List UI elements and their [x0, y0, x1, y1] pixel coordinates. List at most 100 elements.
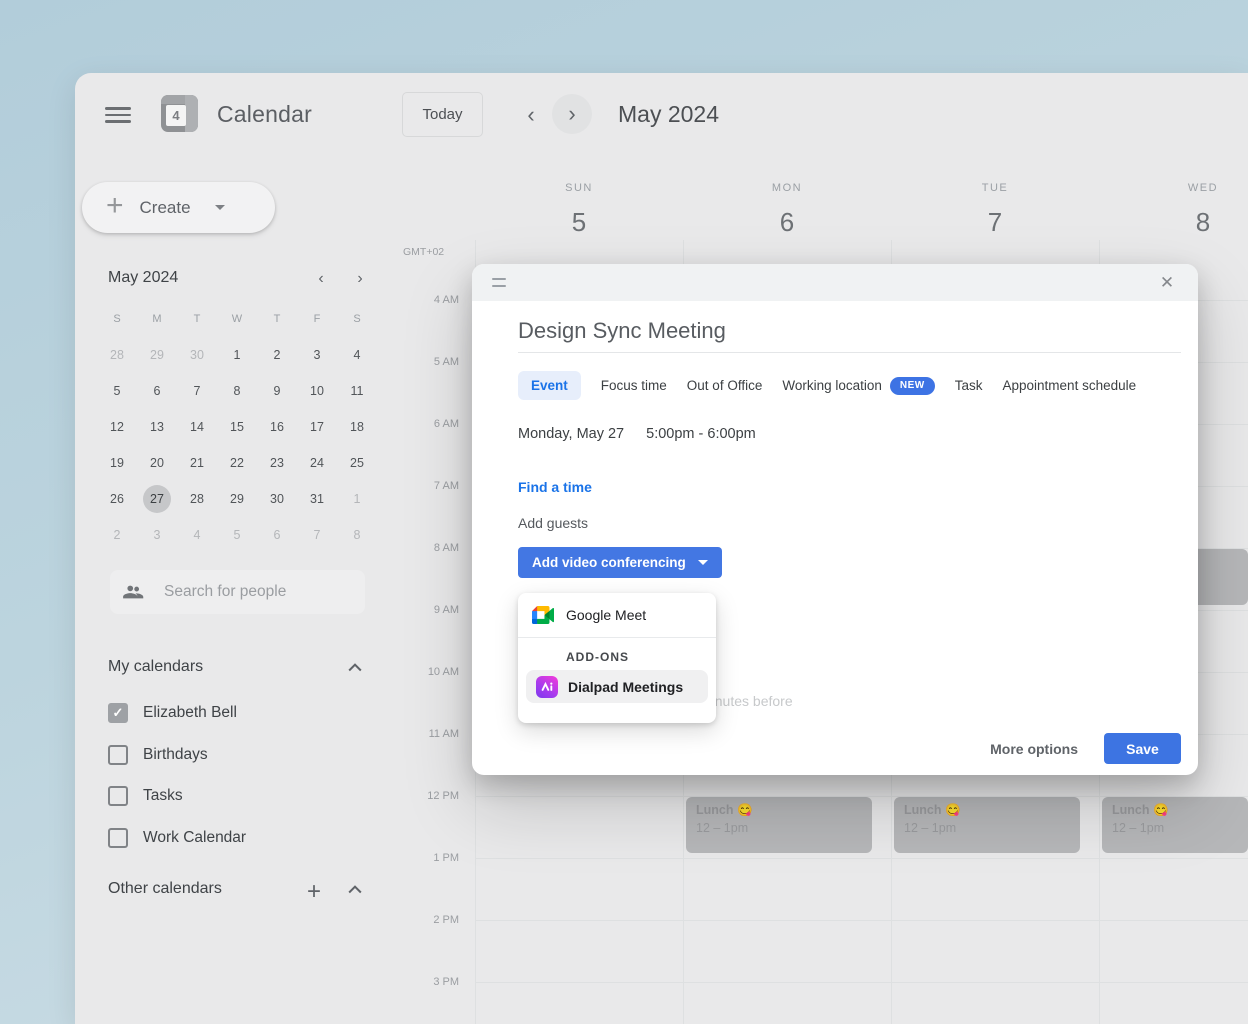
day-header[interactable]: TUE 7	[891, 182, 1099, 238]
day-header[interactable]: MON 6	[683, 182, 891, 238]
checkbox[interactable]: ✓	[108, 703, 128, 723]
save-button[interactable]: Save	[1104, 733, 1181, 764]
mini-day-cell[interactable]: 11	[337, 373, 377, 409]
hour-label: 7 AM	[75, 480, 459, 492]
tab-out-of-office[interactable]: Out of Office	[687, 378, 763, 393]
event-date[interactable]: Monday, May 27	[518, 426, 624, 442]
day-number: 8	[1099, 207, 1248, 238]
next-week-button[interactable]: ›	[552, 94, 592, 134]
add-guests-field[interactable]: Add guests	[518, 515, 588, 531]
tab-focus-time[interactable]: Focus time	[601, 378, 667, 393]
mini-day-cell[interactable]: 20	[137, 445, 177, 481]
weekday-label: WED	[1099, 182, 1248, 194]
mini-weekday-label: T	[257, 301, 297, 337]
day-header[interactable]: WED 8	[1099, 182, 1248, 238]
checkbox[interactable]	[108, 745, 128, 765]
my-calendars-list: ✓Elizabeth BellBirthdaysTasksWork Calend…	[108, 701, 398, 867]
calendar-list-item[interactable]: Work Calendar	[108, 826, 398, 850]
calendar-event[interactable]: Lunch 😋 12 – 1pm	[894, 797, 1080, 853]
day-header[interactable]: SUN5	[475, 182, 683, 238]
video-conferencing-menu: Google Meet ADD-ONS Dialpad Meetings	[518, 593, 716, 723]
chevron-down-icon	[215, 205, 225, 210]
dialog-drag-bar[interactable]: ✕	[472, 264, 1198, 301]
event-time: 12 – 1pm	[1112, 821, 1238, 835]
add-video-conferencing-button[interactable]: Add video conferencing	[518, 547, 722, 578]
checkbox[interactable]	[108, 828, 128, 848]
calendar-logo-day: 4	[166, 105, 186, 126]
other-calendars-collapse-icon[interactable]	[345, 880, 365, 900]
hour-label: 12 PM	[75, 790, 459, 802]
tab-event[interactable]: Event	[518, 371, 581, 400]
mini-day-cell[interactable]: 10	[297, 373, 337, 409]
calendar-event[interactable]: Lunch 😋12 – 1pm	[686, 797, 872, 853]
more-options-button[interactable]: More options	[990, 741, 1078, 757]
mini-day-cell[interactable]: 5	[97, 373, 137, 409]
mini-day-cell[interactable]: 25	[337, 445, 377, 481]
drag-handle-icon[interactable]	[492, 278, 506, 287]
current-month-title: May 2024	[618, 101, 719, 128]
app-title: Calendar	[217, 101, 312, 128]
dialpad-icon	[536, 676, 558, 698]
weekday-label: MON	[683, 182, 891, 194]
mini-day-cell[interactable]: 22	[217, 445, 257, 481]
search-people-input[interactable]	[164, 583, 344, 601]
event-time[interactable]: 5:00pm - 6:00pm	[646, 426, 756, 442]
timezone-label: GMT+02	[403, 246, 459, 258]
tab-working-location[interactable]: Working locationNEW	[782, 377, 934, 395]
day-number: 7	[891, 207, 1099, 238]
google-meet-icon	[532, 604, 554, 626]
hour-label: 3 PM	[75, 976, 459, 988]
title-underline	[518, 352, 1181, 353]
mini-weekday-label: T	[177, 301, 217, 337]
find-a-time-link[interactable]: Find a time	[518, 479, 592, 495]
mini-day-cell[interactable]: 24	[297, 445, 337, 481]
mini-day-cell[interactable]: 7	[177, 373, 217, 409]
main-menu-icon[interactable]	[105, 103, 131, 127]
calendar-list-item[interactable]: ✓Elizabeth Bell	[108, 701, 398, 725]
calendar-logo[interactable]: 4	[161, 95, 198, 132]
event-title: Lunch 😋	[904, 803, 1070, 818]
mini-day-cell[interactable]: 21	[177, 445, 217, 481]
mini-calendar-title: May 2024	[108, 269, 178, 287]
add-other-calendar-button[interactable]: +	[303, 878, 325, 900]
calendar-list-item[interactable]: Birthdays	[108, 743, 398, 767]
day-number: 6	[683, 207, 891, 238]
chevron-down-icon	[698, 560, 708, 565]
event-datetime[interactable]: Monday, May 27 5:00pm - 6:00pm	[518, 426, 756, 442]
mini-calendar-next-button[interactable]: ›	[350, 269, 370, 289]
addons-section-label: ADD-ONS	[518, 638, 716, 670]
create-button[interactable]: + Create	[82, 182, 275, 233]
event-title: Lunch 😋	[1112, 803, 1238, 818]
mini-day-cell[interactable]: 6	[137, 373, 177, 409]
hour-label: 1 PM	[75, 852, 459, 864]
calendar-label: Work Calendar	[143, 829, 246, 847]
new-badge: NEW	[890, 377, 935, 395]
hour-label: 5 AM	[75, 356, 459, 368]
dialog-tabs: Event Focus time Out of Office Working loca…	[518, 371, 1136, 400]
grid-hline	[475, 858, 1248, 859]
hour-label: 10 AM	[75, 666, 459, 678]
people-icon	[122, 581, 144, 603]
mini-day-cell[interactable]: 8	[217, 373, 257, 409]
tab-task[interactable]: Task	[955, 378, 983, 393]
mini-weekday-label: S	[337, 301, 377, 337]
mini-day-cell[interactable]: 9	[257, 373, 297, 409]
event-time: 12 – 1pm	[904, 821, 1070, 835]
other-calendars-heading: Other calendars	[108, 880, 222, 898]
prev-week-button[interactable]: ‹	[519, 102, 543, 126]
mini-calendar-prev-button[interactable]: ‹	[311, 269, 331, 289]
hour-label: 2 PM	[75, 914, 459, 926]
calendar-event[interactable]: Lunch 😋 12 – 1pm	[1102, 797, 1248, 853]
close-icon[interactable]: ✕	[1156, 272, 1178, 294]
mini-weekday-label: M	[137, 301, 177, 337]
tab-appointment-schedule[interactable]: Appointment schedule	[1003, 378, 1137, 393]
menu-item-google-meet[interactable]: Google Meet	[518, 593, 716, 637]
mini-day-cell[interactable]: 19	[97, 445, 137, 481]
grid-hline	[475, 982, 1248, 983]
weekday-label: TUE	[891, 182, 1099, 194]
mini-day-cell[interactable]: 23	[257, 445, 297, 481]
event-title-input[interactable]: Design Sync Meeting	[518, 318, 726, 344]
today-button[interactable]: Today	[402, 92, 483, 137]
menu-item-dialpad-meetings[interactable]: Dialpad Meetings	[526, 670, 708, 703]
grid-hline	[475, 920, 1248, 921]
